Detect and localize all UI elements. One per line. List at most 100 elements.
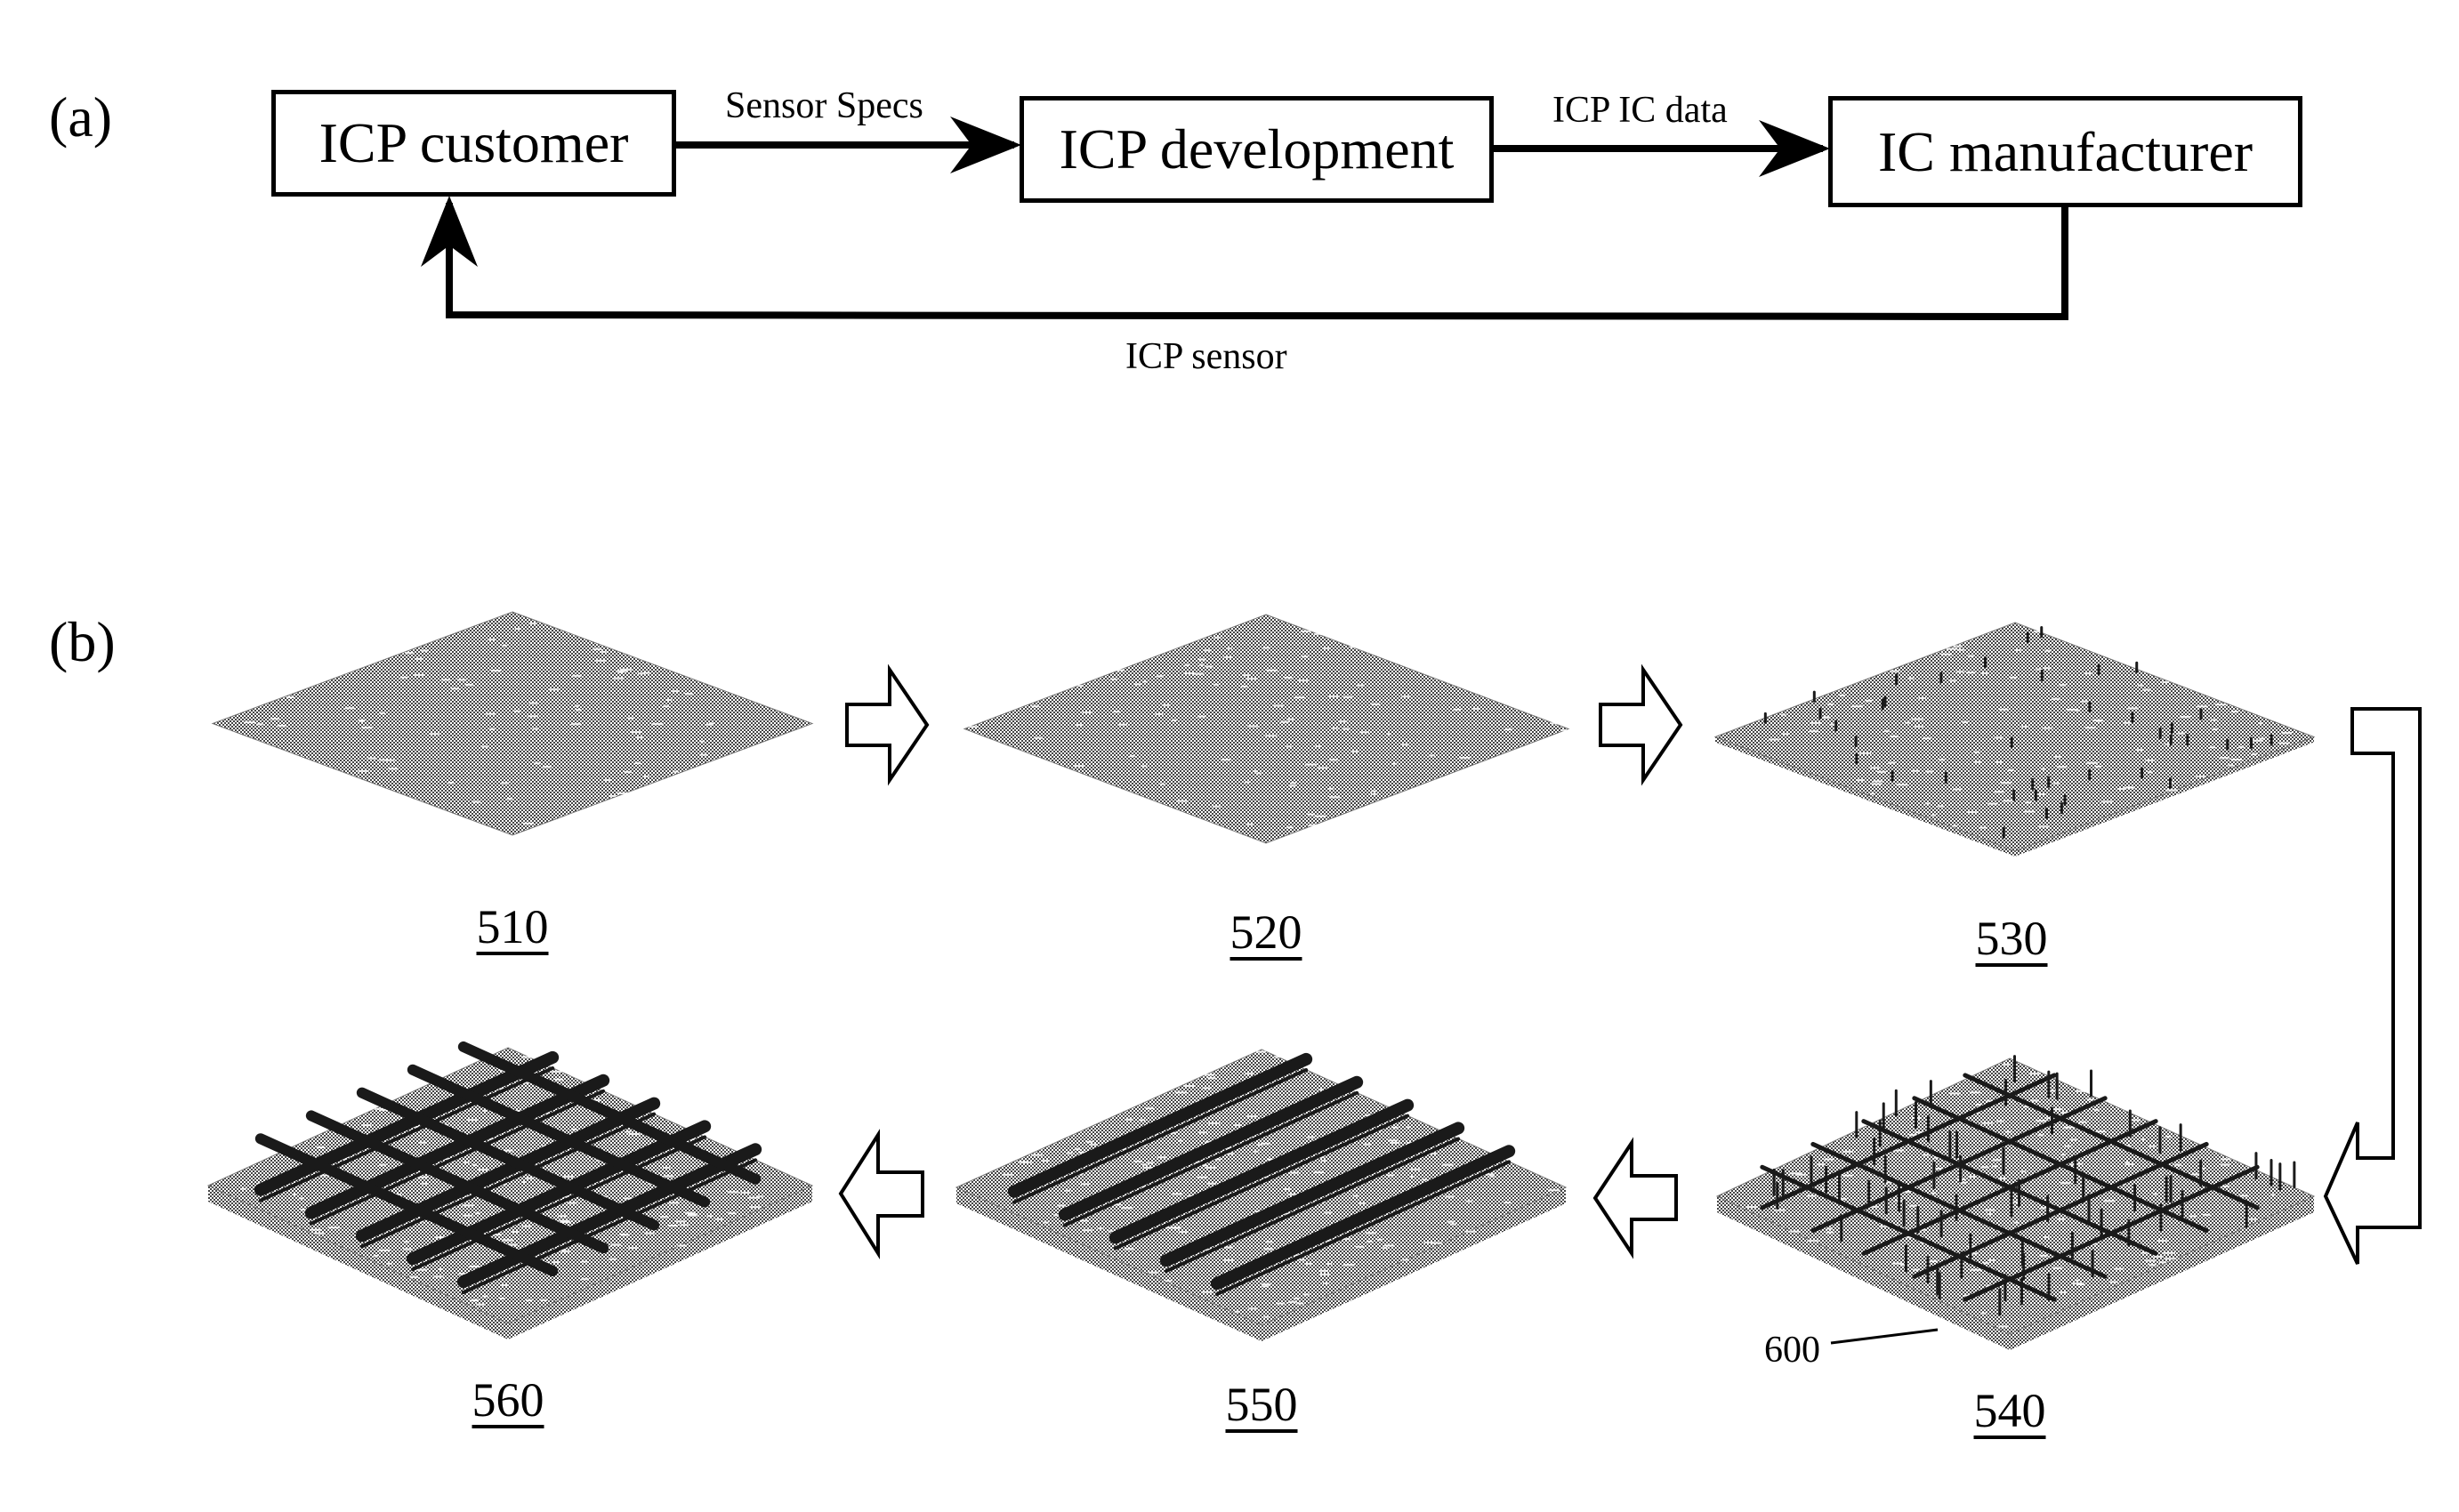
- surface-speckle: [415, 657, 423, 660]
- surface-speckle: [1824, 1158, 1834, 1161]
- surface-speckle: [1299, 1259, 1305, 1261]
- surface-speckle: [1946, 647, 1958, 650]
- surface-speckle: [1294, 696, 1305, 699]
- surface-speckle: [1079, 1219, 1088, 1222]
- surface-speckle: [1214, 636, 1221, 639]
- surface-speckle: [1240, 685, 1248, 688]
- surface-speckle: [359, 720, 366, 722]
- surface-speckle: [310, 1228, 321, 1231]
- surface-speckle: [1548, 1189, 1560, 1192]
- surface-speckle: [1263, 1315, 1269, 1318]
- surface-speckle: [1384, 1244, 1395, 1247]
- surface-speckle: [2174, 1163, 2182, 1166]
- surface-speckle: [2210, 719, 2218, 721]
- stage-tile-530: [1713, 622, 2316, 857]
- surface-speckle: [1205, 665, 1213, 668]
- surface-speckle: [627, 717, 634, 720]
- surface-speckle: [2165, 743, 2174, 745]
- stage-tile-550: [955, 1049, 1568, 1341]
- surface-speckle: [405, 652, 414, 655]
- stage-tile-560: [206, 1041, 814, 1339]
- surface-speckle: [1980, 1312, 1987, 1315]
- surface-speckle: [409, 1275, 418, 1278]
- surface-speckle: [1386, 733, 1391, 736]
- surface-speckle: [1313, 1171, 1325, 1174]
- surface-speckle: [430, 733, 439, 736]
- surface-speckle: [1353, 1194, 1359, 1197]
- surface-speckle: [2040, 768, 2046, 770]
- surface-speckle: [1294, 1297, 1300, 1299]
- surface-speckle: [534, 762, 541, 765]
- surface-speckle: [2063, 1126, 2069, 1129]
- surface-speckle: [526, 1177, 535, 1179]
- surface-speckle: [1207, 1077, 1216, 1080]
- surface-speckle: [490, 670, 502, 672]
- surface-speckle: [1911, 769, 1920, 772]
- surface-speckle: [1561, 729, 1567, 732]
- surface-speckle: [1873, 780, 1883, 783]
- surface-speckle: [2056, 1218, 2066, 1220]
- surface-speckle: [2251, 753, 2257, 756]
- surface-speckle: [672, 690, 680, 693]
- surface-speckle: [1410, 1168, 1420, 1170]
- surface-speckle: [438, 1268, 444, 1271]
- surface-speckle: [476, 1303, 486, 1306]
- surface-speckle: [1872, 783, 1882, 785]
- surface-speckle: [1183, 672, 1195, 675]
- surface-speckle: [506, 798, 512, 800]
- surface-speckle: [1401, 744, 1410, 746]
- surface-speckle: [1824, 716, 1831, 719]
- surface-speckle: [1967, 811, 1977, 814]
- surface-speckle: [2000, 782, 2012, 784]
- surface-speckle: [373, 1254, 379, 1257]
- surface-speckle: [2012, 1201, 2019, 1203]
- surface-speckle: [969, 726, 979, 728]
- surface-speckle: [2145, 759, 2156, 761]
- surface-speckle: [469, 1299, 479, 1302]
- stage-tile-520: [963, 614, 1570, 844]
- surface-speckle: [2086, 1098, 2094, 1101]
- surface-speckle: [1807, 1194, 1817, 1197]
- surface-speckle: [572, 674, 582, 677]
- surface-speckle: [344, 707, 355, 710]
- surface-speckle: [1065, 1189, 1071, 1192]
- surface-speckle: [316, 1146, 326, 1149]
- surface-speckle: [1890, 736, 1899, 738]
- surface-speckle: [487, 639, 496, 641]
- surface-speckle: [1248, 1307, 1258, 1310]
- surface-speckle: [1290, 1171, 1299, 1174]
- surface-speckle: [1980, 1166, 1989, 1169]
- surface-speckle: [680, 1224, 689, 1226]
- surface-speckle: [1326, 1263, 1333, 1266]
- surface-speckle: [2007, 769, 2014, 772]
- surface-speckle: [1307, 813, 1316, 816]
- surface-speckle: [2059, 684, 2067, 687]
- stage-ref-530: 530: [1975, 912, 2048, 965]
- surface-speckle: [532, 728, 539, 730]
- surface-speckle: [1246, 823, 1254, 825]
- surface-speckle: [1953, 788, 1962, 791]
- surface-speckle: [558, 1215, 568, 1218]
- surface-speckle: [528, 715, 538, 718]
- surface-speckle: [286, 696, 294, 698]
- surface-speckle: [1287, 1300, 1297, 1303]
- surface-speckle: [1447, 1220, 1455, 1223]
- surface-speckle: [1192, 672, 1205, 675]
- surface-speckle: [1273, 704, 1284, 707]
- surface-speckle: [1983, 1262, 1989, 1265]
- surface-speckle: [1265, 735, 1278, 737]
- surface-speckle: [328, 1226, 340, 1229]
- surface-speckle: [1387, 1174, 1394, 1177]
- surface-speckle: [1323, 1282, 1330, 1284]
- surface-speckle: [1053, 1214, 1060, 1217]
- surface-speckle: [2086, 761, 2098, 764]
- surface-speckle: [2036, 792, 2047, 795]
- surface-speckle: [1891, 670, 1899, 672]
- surface-speckle: [2165, 1135, 2172, 1138]
- surface-speckle: [1831, 1138, 1837, 1140]
- surface-speckle: [413, 673, 425, 676]
- surface-speckle: [2137, 684, 2143, 687]
- surface-speckle: [602, 779, 611, 782]
- surface-speckle: [2136, 749, 2143, 752]
- surface-speckle: [502, 1239, 514, 1242]
